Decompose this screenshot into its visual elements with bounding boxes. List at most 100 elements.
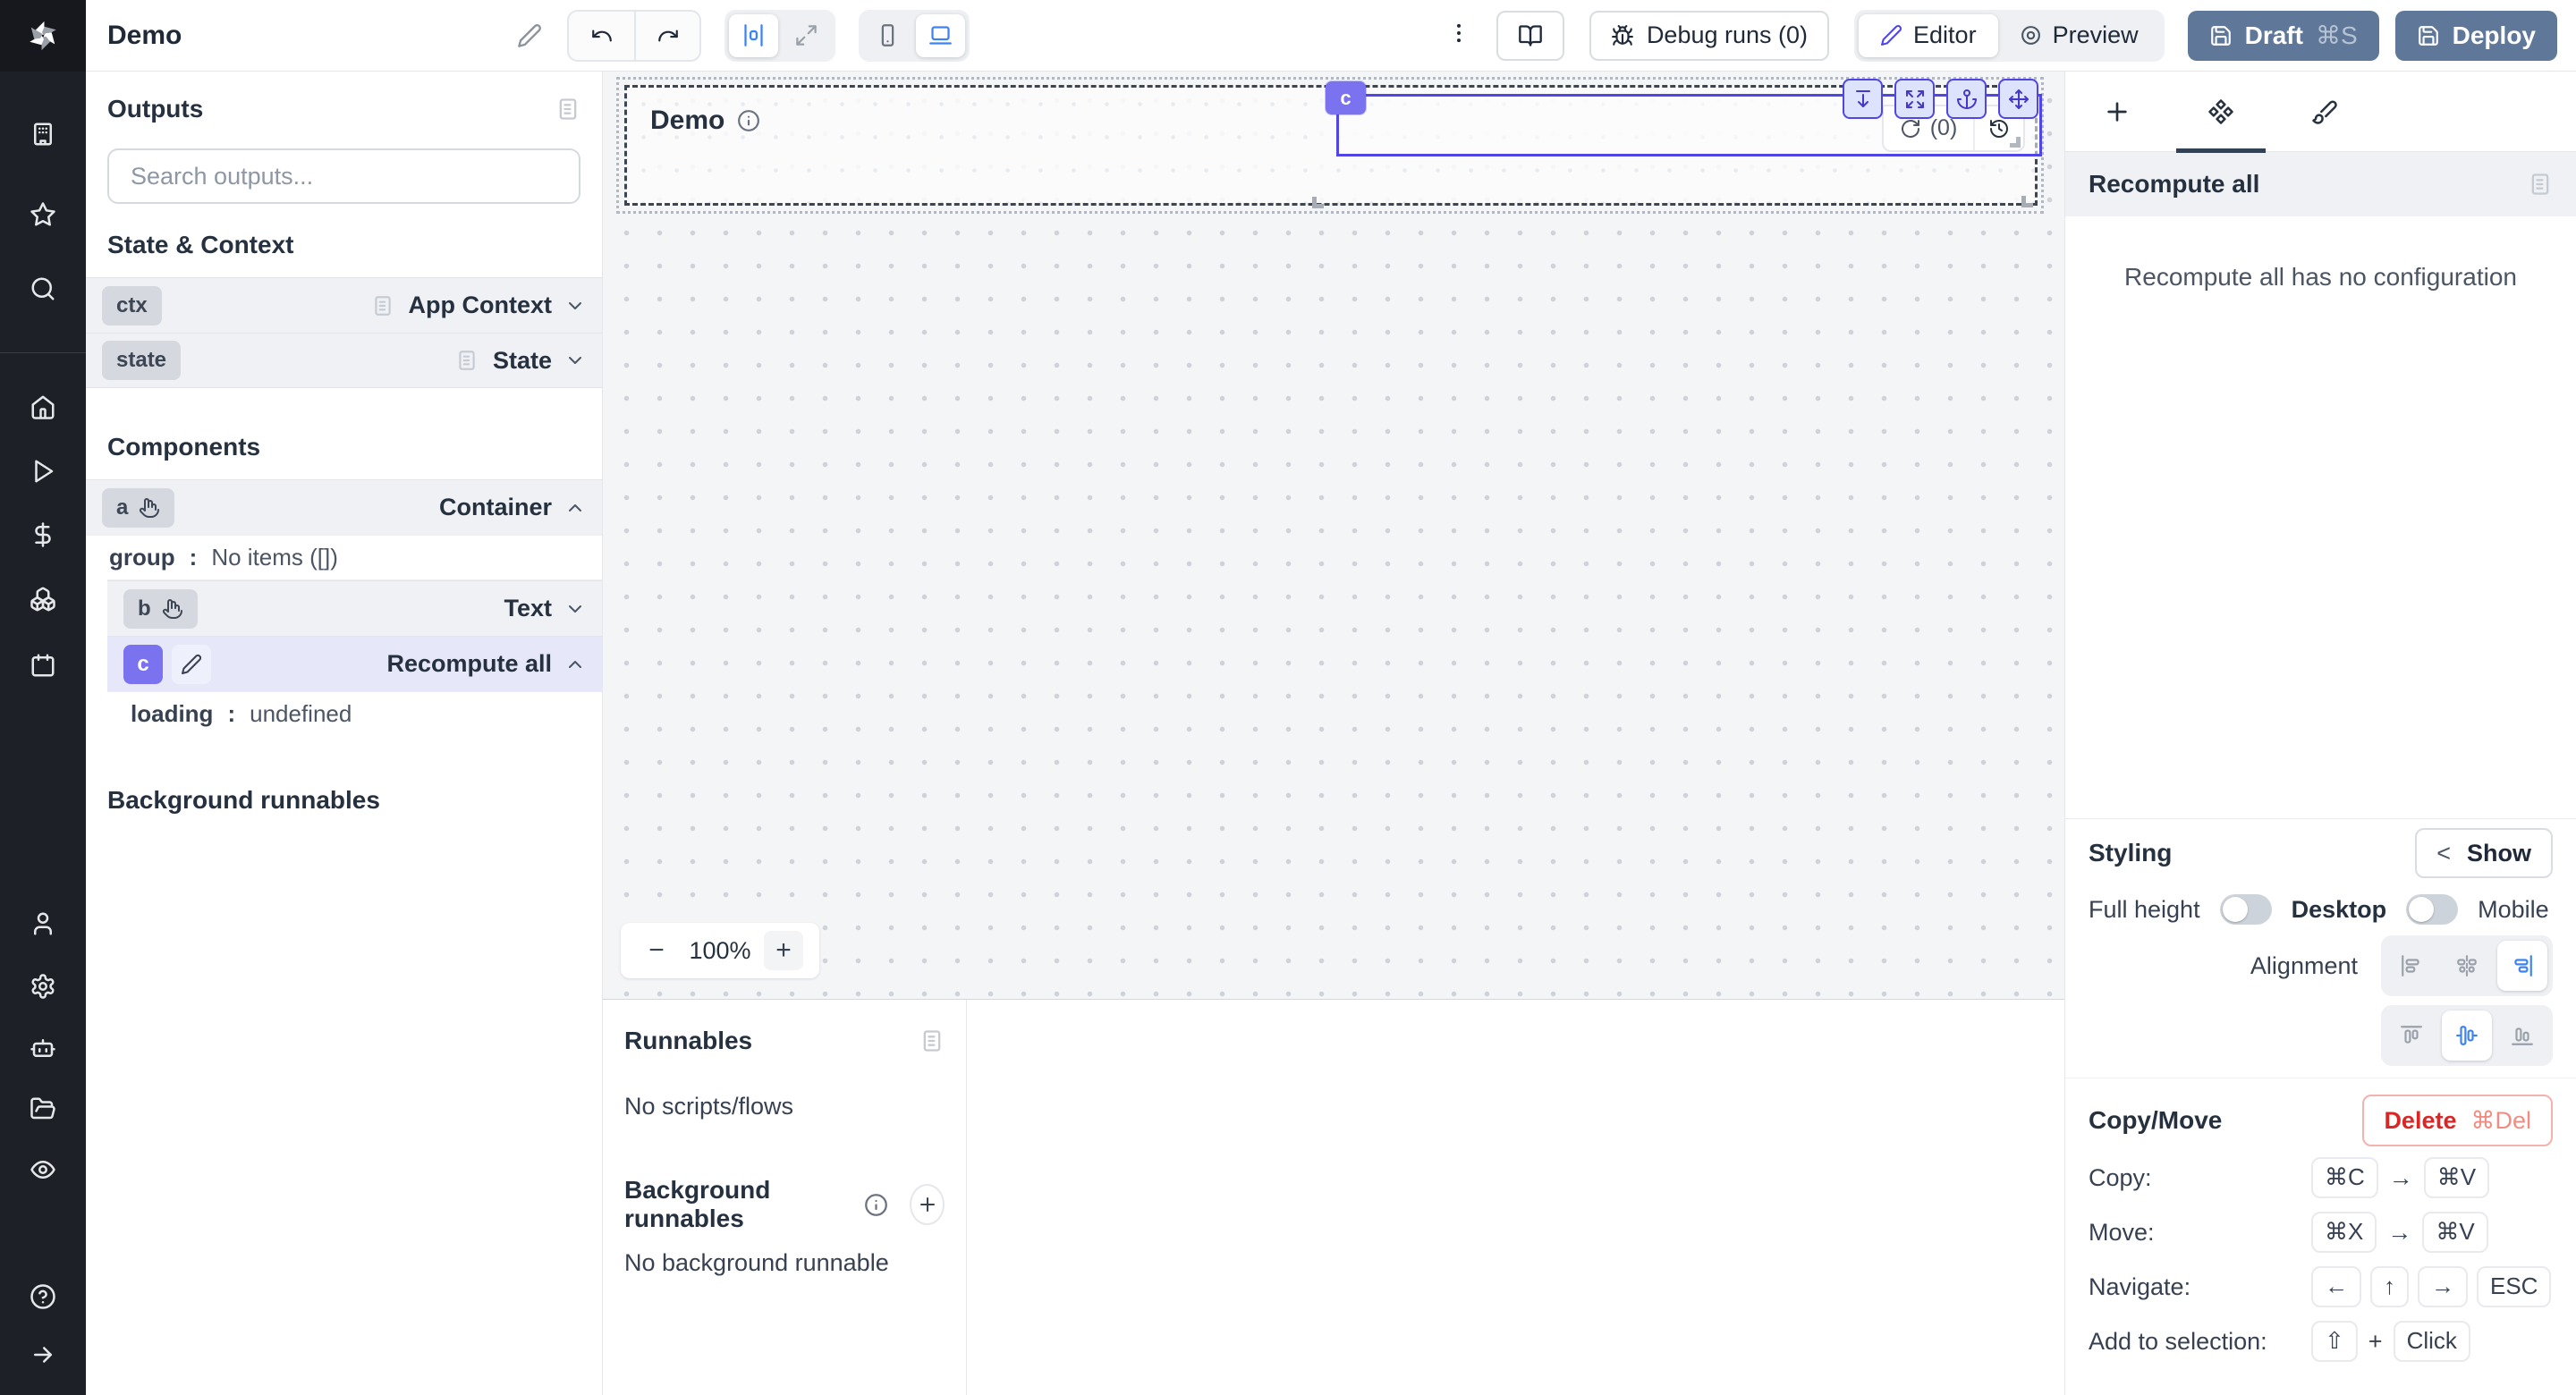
add-background-runnable-button[interactable] xyxy=(910,1184,945,1225)
component-b-type: Text xyxy=(504,595,552,622)
undo-button[interactable] xyxy=(569,12,634,60)
component-doc-icon[interactable] xyxy=(2528,172,2553,197)
align-bottom-button[interactable] xyxy=(2497,1010,2547,1061)
component-c-row-selected[interactable]: c Recompute all xyxy=(107,636,602,691)
align-right-button[interactable] xyxy=(2497,941,2547,991)
undo-redo-group xyxy=(567,10,701,62)
edit-pencil-icon[interactable] xyxy=(172,645,211,684)
folders-icon[interactable] xyxy=(30,1095,56,1122)
center-canvas-button[interactable] xyxy=(729,14,778,57)
docs-book-button[interactable] xyxy=(1496,11,1564,61)
info-icon[interactable] xyxy=(864,1193,888,1217)
draft-save-button[interactable]: Draft ⌘S xyxy=(2188,11,2379,61)
component-c-tag[interactable]: c xyxy=(1326,81,1366,114)
state-context-title: State & Context xyxy=(107,231,293,258)
chevron-down-icon[interactable] xyxy=(564,350,586,371)
components-title: Components xyxy=(107,433,260,461)
mobile-view-button[interactable] xyxy=(863,14,912,57)
resources-boxes-icon[interactable] xyxy=(30,586,56,613)
pointer-hand-icon xyxy=(162,598,183,620)
outputs-title: Outputs xyxy=(107,95,203,123)
bg-runnables-title: Background runnables xyxy=(624,1176,850,1233)
info-icon[interactable] xyxy=(737,109,760,132)
runnables-panel: Runnables No scripts/flows Background ru… xyxy=(603,999,2064,1395)
runnables-doc-icon[interactable] xyxy=(919,1028,945,1053)
fullscreen-canvas-button[interactable] xyxy=(782,14,831,57)
show-styling-button[interactable]: < Show xyxy=(2415,828,2553,878)
favorites-star-icon[interactable] xyxy=(30,201,56,228)
user-icon[interactable] xyxy=(30,910,56,937)
desktop-view-button[interactable] xyxy=(916,14,965,57)
component-settings-panel: Recompute all Recompute all has no confi… xyxy=(2064,72,2576,1395)
canvas-layout-group xyxy=(724,10,835,62)
deploy-button[interactable]: Deploy xyxy=(2395,11,2557,61)
desktop-toggle[interactable] xyxy=(2406,894,2458,925)
search-outputs-input[interactable] xyxy=(107,148,580,204)
vertical-align-group xyxy=(2381,1005,2553,1066)
workers-bot-icon[interactable] xyxy=(30,1035,56,1061)
resize-corner[interactable] xyxy=(2010,137,2021,148)
move-icon[interactable] xyxy=(1998,79,2038,119)
home-icon[interactable] xyxy=(30,393,56,420)
chevron-down-icon[interactable] xyxy=(564,598,586,620)
alignment-label: Alignment xyxy=(2250,952,2358,980)
anchor-icon[interactable] xyxy=(1946,79,1987,119)
bug-icon xyxy=(1611,24,1634,47)
more-options-kebab-icon[interactable] xyxy=(1446,21,1471,50)
save-icon xyxy=(2209,24,2233,47)
component-a-badge: a xyxy=(102,488,174,528)
dock-arrow-down-icon[interactable] xyxy=(1843,79,1883,119)
search-icon[interactable] xyxy=(30,275,56,302)
save-icon xyxy=(2417,24,2440,47)
global-styling-tab[interactable] xyxy=(2273,72,2377,151)
app-canvas[interactable]: Demo c (0) xyxy=(603,72,2064,999)
ctx-output-row[interactable]: ctx App Context xyxy=(86,277,602,333)
align-top-button[interactable] xyxy=(2386,1010,2436,1061)
resize-handle[interactable] xyxy=(1312,197,1324,208)
chevron-up-icon[interactable] xyxy=(564,497,586,519)
mobile-label: Mobile xyxy=(2478,896,2549,924)
loading-key: loading xyxy=(131,700,213,728)
redo-button[interactable] xyxy=(634,12,699,60)
zoom-in-button[interactable]: + xyxy=(764,931,803,970)
debug-runs-button[interactable]: Debug runs (0) xyxy=(1589,11,1829,61)
settings-gear-icon[interactable] xyxy=(30,973,56,1000)
pencil-icon xyxy=(1880,24,1902,46)
resize-handle[interactable] xyxy=(2021,196,2033,207)
component-a-id: a xyxy=(116,495,128,520)
horizontal-align-group xyxy=(2381,935,2553,996)
component-c-badge: c xyxy=(123,645,163,684)
delete-button[interactable]: Delete ⌘Del xyxy=(2362,1095,2553,1146)
component-a-row[interactable]: a Container xyxy=(86,479,602,535)
variables-dollar-icon[interactable] xyxy=(30,521,56,548)
component-settings-tab[interactable] xyxy=(2169,72,2273,151)
state-output-row[interactable]: state State xyxy=(86,333,602,388)
full-height-toggle[interactable] xyxy=(2220,894,2272,925)
collapse-arrow-icon[interactable] xyxy=(30,1341,56,1368)
runnable-editor-empty xyxy=(967,1000,2064,1395)
expand-icon[interactable] xyxy=(1894,79,1935,119)
align-center-v-button[interactable] xyxy=(2442,1010,2492,1061)
kbd-up: ↑ xyxy=(2370,1266,2409,1306)
windmill-logo[interactable] xyxy=(0,0,86,72)
chevron-down-icon[interactable] xyxy=(564,295,586,317)
insert-component-tab[interactable] xyxy=(2065,72,2169,151)
schedules-calendar-icon[interactable] xyxy=(30,652,56,679)
zoom-out-button[interactable]: − xyxy=(637,931,676,970)
edit-title-pencil-icon[interactable] xyxy=(517,23,542,48)
help-icon[interactable] xyxy=(30,1283,56,1310)
runs-count: (0) xyxy=(1930,115,1958,141)
runnables-title: Runnables xyxy=(624,1027,752,1055)
editor-tab[interactable]: Editor xyxy=(1859,14,1998,57)
component-b-row[interactable]: b Text xyxy=(107,580,602,636)
align-center-h-button[interactable] xyxy=(2442,941,2492,991)
workspace-icon[interactable] xyxy=(30,121,56,148)
outputs-doc-icon[interactable] xyxy=(555,97,580,122)
preview-tab[interactable]: Preview xyxy=(1998,14,2160,57)
runs-play-icon[interactable] xyxy=(30,458,56,485)
align-left-button[interactable] xyxy=(2386,941,2436,991)
show-label: Show xyxy=(2467,840,2531,867)
chevron-up-icon[interactable] xyxy=(564,654,586,675)
styling-section: Styling < Show Full height Desktop Mobil… xyxy=(2065,818,2576,1066)
audit-eye-icon[interactable] xyxy=(30,1156,56,1183)
